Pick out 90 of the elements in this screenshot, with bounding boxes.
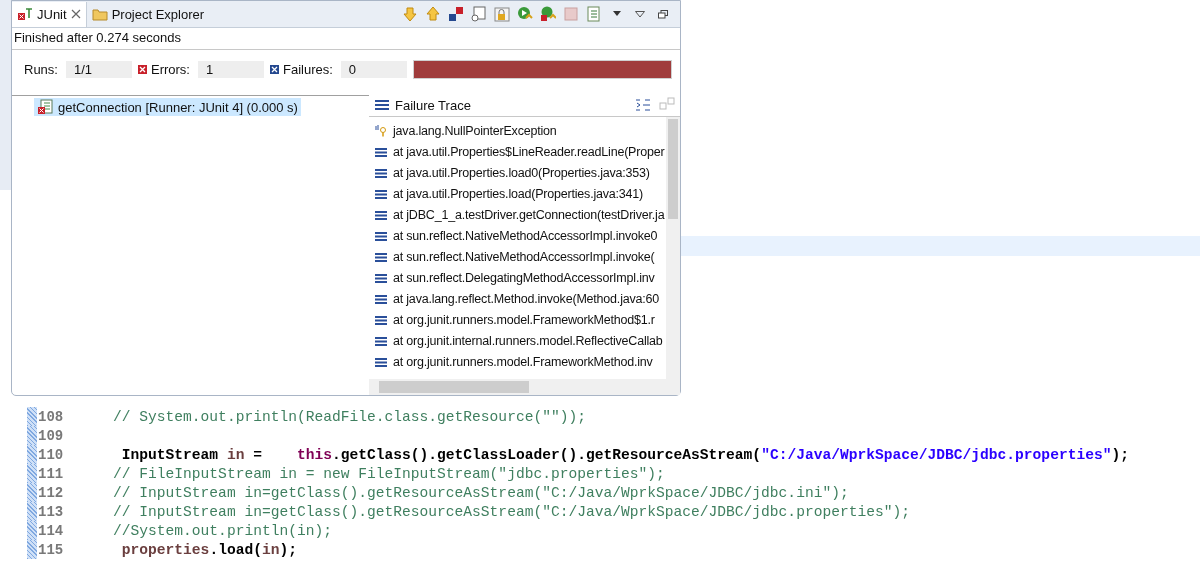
change-ruler [27,521,37,540]
error-icon [137,65,147,74]
line-number: 111 [37,465,65,482]
stack-frame-row[interactable]: at org.junit.runners.model.FrameworkMethod$1.r [369,309,666,330]
stack-frame-icon [375,187,387,200]
code-line: InputStream in = this.getClass().getClassLoader().getResourceAsStream("C:/Java/WprkSpace/JDBC/jdbc.properties"); [120,446,1129,463]
code-line: //System.out.println(in); [112,522,332,539]
line-number: 108 [37,408,65,425]
failures-only-button[interactable] [447,5,465,23]
filter-icon [635,97,651,113]
stack-frame-icon [375,208,387,221]
change-ruler [27,483,37,502]
stop-button[interactable] [562,5,580,23]
counter-label: Errors: [150,62,190,77]
exception-icon [375,123,387,138]
counter-value: 0 [340,61,407,78]
view-tab[interactable]: JUnit [12,1,87,27]
previous-failure-button[interactable] [424,5,442,23]
line-number: 113 [37,503,65,520]
stack-frame-icon [375,145,387,158]
counter-value: 1 [197,61,264,78]
change-ruler [27,464,37,483]
stack-frame-icon [375,271,387,284]
line-number: 109 [37,427,65,444]
counter-value: 1/1 [65,61,132,78]
folder-icon [91,6,108,22]
code-line: // FileInputStream in = new FileInputStream("jdbc.properties"); [112,465,665,482]
change-ruler [27,502,37,521]
stack-frame-icon [375,250,387,263]
rerun-icon [517,6,533,22]
stack-frame-icon [375,313,387,326]
stack-frame-row[interactable]: at java.util.Properties.load0(Properties.java:353) [369,162,666,183]
line-number: 110 [37,446,65,463]
stack-frame-row[interactable]: at sun.reflect.NativeMethodAccessorImpl.invoke( [369,246,666,267]
history-icon [586,6,602,22]
change-ruler [27,445,37,464]
stack-frame-row[interactable]: at org.junit.runners.model.FrameworkMethod.inv [369,351,666,372]
caret-icon [635,10,645,18]
caret-icon [613,11,621,17]
rerun-failed-button[interactable] [539,5,557,23]
change-ruler [27,426,37,445]
line-number: 115 [37,541,65,558]
stack-frame-icon [375,229,387,242]
document-icon [471,6,487,22]
lock-icon [494,6,510,22]
stack-frame-icon [375,166,387,179]
arrow-up-icon [425,6,441,22]
exception-row[interactable]: java.lang.NullPointerException [369,120,666,141]
code-line: // System.out.println(ReadFile.class.getResource("")); [112,408,586,425]
line-number: 114 [37,522,65,539]
stack-frame-row[interactable]: at sun.reflect.NativeMethodAccessorImpl.invoke0 [369,225,666,246]
stack-frame-row[interactable]: at jDBC_1_a.testDriver.getConnection(testDriver.ja [369,204,666,225]
stack-frame-icon [375,334,387,347]
code-line: // InputStream in=getClass().getResourceAsStream("C:/Java/WprkSpace/JDBC/jdbc.properties"); [112,503,910,520]
stack-frame-row[interactable]: at java.util.Properties.load(Properties.java:341) [369,183,666,204]
view-tab[interactable]: Project Explorer [86,1,210,27]
arrow-down-icon [402,6,418,22]
rerun-error-icon [540,6,556,22]
stack-frame-row[interactable]: at sun.reflect.DelegatingMethodAccessorImpl.inv [369,267,666,288]
compare-icon [659,97,675,113]
error-filter-icon [448,6,464,22]
test-error-icon [37,99,53,115]
test-item[interactable]: getConnection [Runner: JUnit 4] (0.000 s) [34,98,301,116]
code-line: // InputStream in=getClass().getResourceAsStream("C:/Java/WprkSpace/JDBC/jdbc.ini"); [112,484,849,501]
failure-icon [269,65,279,74]
list-icon [375,99,389,111]
counter-label: Runs: [24,62,58,77]
line-number: 112 [37,484,65,501]
ignored-filter-button[interactable] [470,5,488,23]
stack-frame-row[interactable]: at java.lang.reflect.Method.invoke(Method.java:60 [369,288,666,309]
stack-frame-row[interactable]: at org.junit.internal.runners.model.ReflectiveCallab [369,330,666,351]
junit-icon [17,6,33,22]
stack-frame-row[interactable]: at java.util.Properties$LineReader.readLine(Proper [369,141,666,162]
code-line: properties.load(in); [120,541,297,558]
change-ruler [27,407,37,426]
stack-frame-icon [375,292,387,305]
history-button[interactable] [585,5,603,23]
next-failure-button[interactable] [401,5,419,23]
horizontal-scrollbar[interactable] [369,379,680,395]
counter-label: Failures: [282,62,333,77]
close-icon[interactable] [70,9,81,19]
scroll-lock-button[interactable] [493,5,511,23]
filter-stack-button[interactable] [634,96,652,114]
vertical-scrollbar[interactable] [666,117,680,379]
minimize-icon [658,9,668,19]
pane-title: Failure Trace [395,97,471,113]
stop-icon [563,6,579,22]
stack-frame-icon [375,355,387,368]
change-ruler [27,540,37,559]
status-text: Finished after 0.274 seconds [12,28,680,50]
